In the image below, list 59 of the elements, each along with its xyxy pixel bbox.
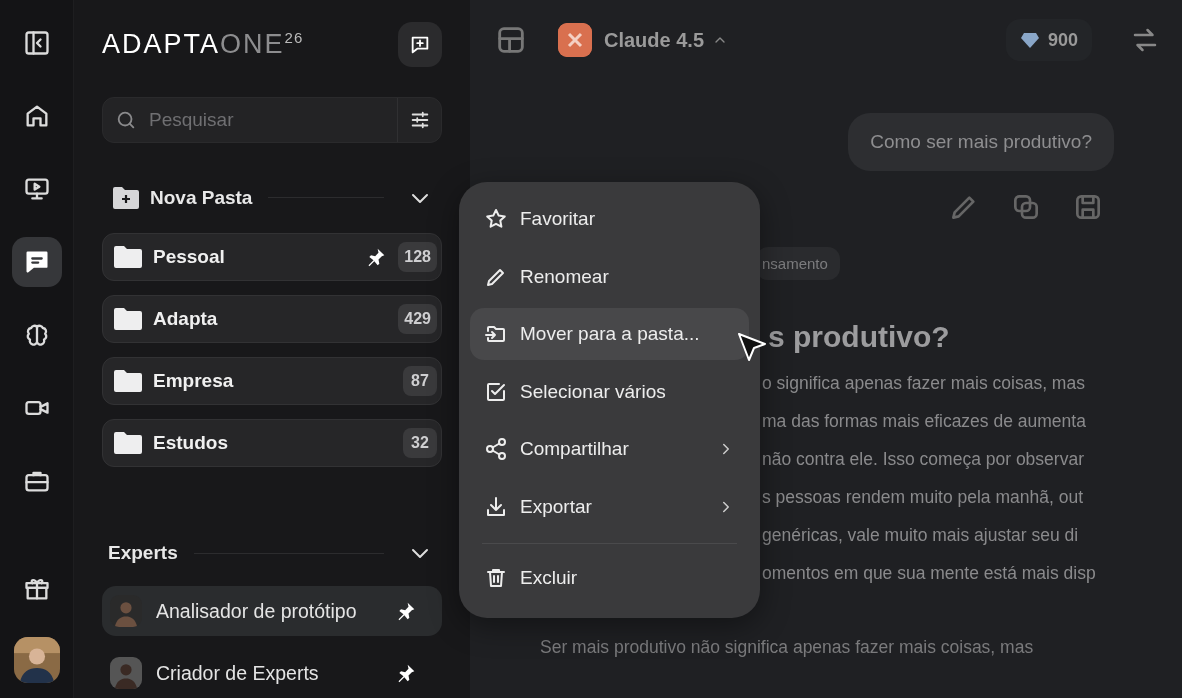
folder-name: Estudos [153,431,229,454]
count-badge: 429 [398,303,437,334]
expert-name: Criador de Experts [156,661,320,685]
download-icon [484,494,508,519]
pin-icon[interactable] [396,663,416,683]
menu-item[interactable]: Renomear [470,250,749,303]
share-icon [484,437,508,462]
chat-button[interactable] [11,237,62,287]
user-avatar[interactable] [13,637,60,683]
count-badge: 128 [398,241,437,272]
menu-item[interactable]: Selecionar vários [470,365,749,418]
paragraph-line: genéricas, vale muito mais ajustar seu di [762,524,1080,547]
star-icon [484,207,508,231]
model-selector[interactable]: Claude 4.5 [558,23,729,57]
paragraph-line: Ser mais produtivo não significa apenas fazer mais coisas, mas [540,637,1035,658]
menu-item[interactable]: Favoritar [470,193,749,245]
expert-item[interactable]: Criador de Experts [102,648,442,698]
menu-item[interactable]: Compartilhar [470,423,749,476]
credits-badge: 900 [1005,19,1092,61]
section-title: Nova Pasta [150,186,253,209]
folder-icon [113,243,143,270]
section-title: Experts [108,542,178,565]
model-logo-icon [558,23,592,57]
search-icon [115,109,137,131]
menu-item[interactable]: Excluir [470,551,749,604]
menu-item[interactable]: Mover para a pasta... [470,308,749,361]
folder-item[interactable]: Adapta 429 [102,294,442,343]
folder-item[interactable]: Estudos 32 [102,418,442,467]
folder-name: Adapta [153,307,219,330]
response-heading: s produtivo? [768,320,951,354]
gem-icon [1019,30,1040,50]
paragraph-line: omentos em que sua mente está mais disp [762,562,1097,585]
count-badge: 87 [403,365,437,396]
folder-icon [113,305,143,332]
new-chat-button[interactable] [398,22,442,67]
count-badge: 32 [403,427,437,458]
folder-item[interactable]: Empresa 87 [102,356,442,405]
expert-name: Analisador de protótipo [156,599,358,623]
pin-icon[interactable] [396,601,416,621]
search-input[interactable]: Pesquisar [147,108,397,132]
expert-avatar [110,657,142,689]
logo: ADAPTAONE$^{26}$ [102,29,304,60]
folder-item[interactable]: Pessoal 128 [102,232,442,281]
paragraph-line: não contra ele. Isso começa por observar [762,448,1085,471]
sidebar-collapse-icon [22,29,51,57]
folder-plus-icon[interactable] [112,184,140,211]
folder-icon [113,367,143,394]
expert-item[interactable]: Analisador de protótipo [102,586,442,636]
folder-name: Pessoal [153,245,226,268]
mouse-pointer-icon [737,332,767,364]
pin-icon[interactable] [366,246,387,267]
folder-name: Empresa [153,369,235,392]
paragraph-line: s pessoas rendem muito pela manhã, out [762,486,1084,509]
paragraph-line: ma das formas mais eficazes de aumenta [762,410,1087,433]
user-message: Como ser mais produtivo? [848,113,1114,171]
folder-icon [113,429,143,456]
menu-item[interactable]: Exportar [470,480,749,533]
search-field[interactable]: Pesquisar [102,97,442,143]
paragraph-line: o significa apenas fazer mais coisas, mas [762,372,1086,395]
